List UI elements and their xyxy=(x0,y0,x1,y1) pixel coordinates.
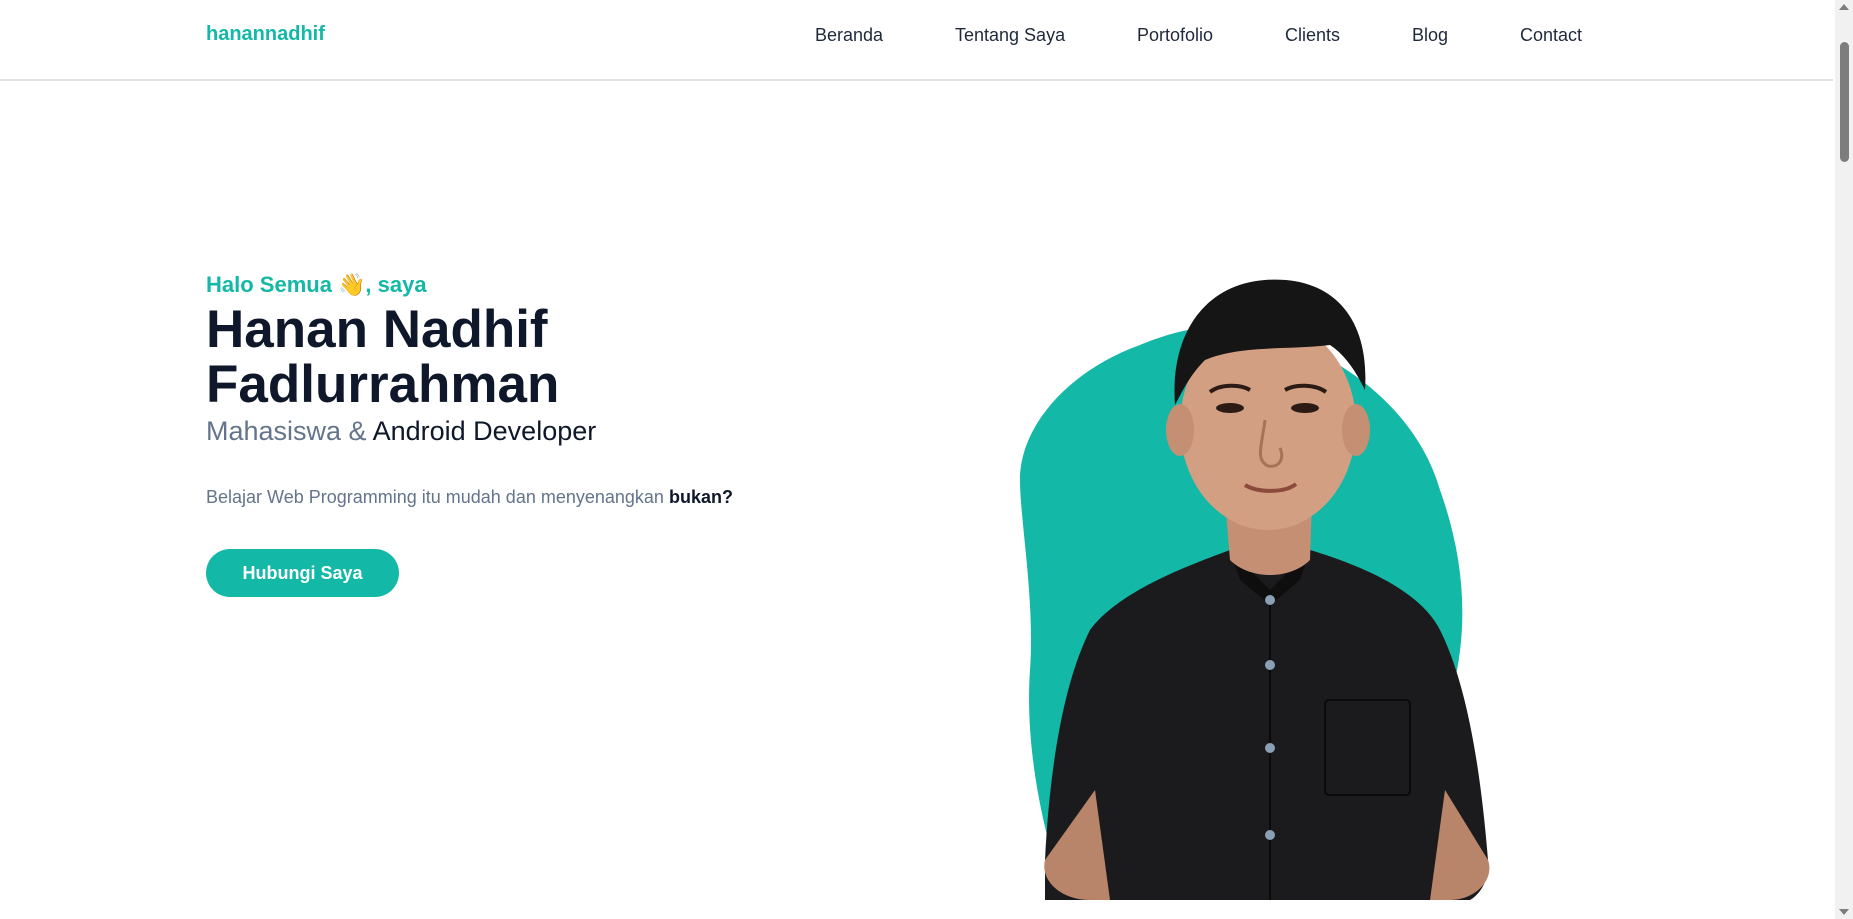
nav-link-beranda[interactable]: Beranda xyxy=(815,25,883,46)
tagline-text: Belajar Web Programming itu mudah dan me… xyxy=(206,487,664,507)
navbar: hanannadhif Beranda Tentang Saya Portofo… xyxy=(0,0,1833,81)
scroll-up-icon[interactable] xyxy=(1839,4,1849,10)
nav-link-tentang-saya[interactable]: Tentang Saya xyxy=(955,25,1065,46)
role-primary: Mahasiswa & xyxy=(206,416,367,446)
nav-link-blog[interactable]: Blog xyxy=(1412,25,1448,46)
scroll-down-icon[interactable] xyxy=(1839,909,1849,915)
hero-portrait xyxy=(1020,279,1490,900)
role-secondary: Android Developer xyxy=(372,416,597,446)
tagline-emphasis: bukan? xyxy=(668,487,733,507)
contact-button[interactable]: Hubungi Saya xyxy=(206,549,399,597)
nav-link-contact[interactable]: Contact xyxy=(1520,25,1582,46)
hero-section: Halo Semua 👋, saya Hanan Nadhif Fadlurra… xyxy=(206,270,906,597)
hero-name: Hanan Nadhif Fadlurrahman xyxy=(206,300,560,414)
hero-greeting: Halo Semua 👋, saya xyxy=(206,272,427,297)
nav-link-clients[interactable]: Clients xyxy=(1285,25,1340,46)
scrollbar[interactable] xyxy=(1835,0,1853,919)
site-logo[interactable]: hanannadhif xyxy=(206,23,325,46)
hero-subtitle: Mahasiswa & Android Developer xyxy=(206,414,906,448)
nav-link-portofolio[interactable]: Portofolio xyxy=(1137,25,1213,46)
hero-tagline: Belajar Web Programming itu mudah dan me… xyxy=(206,485,906,509)
scrollbar-thumb[interactable] xyxy=(1840,42,1849,162)
